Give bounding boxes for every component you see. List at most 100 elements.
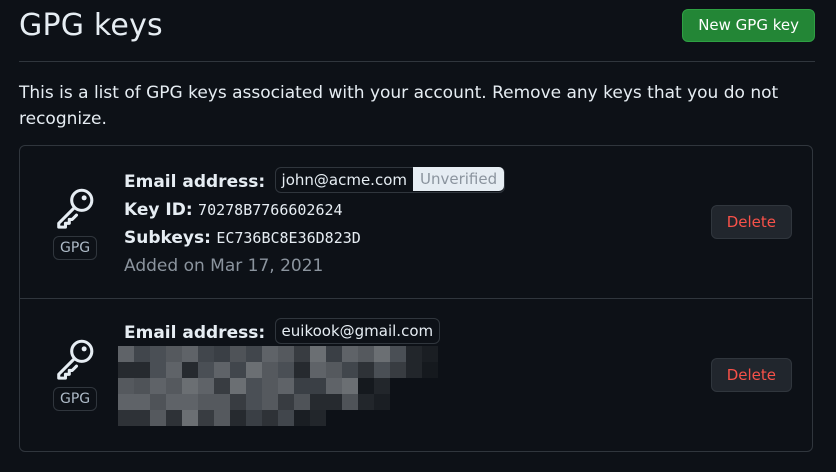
unverified-badge: Unverified [413, 167, 505, 191]
key-icon-column: GPG [53, 184, 101, 260]
redaction-pixel [374, 346, 390, 362]
redaction-pixel [342, 346, 358, 362]
redaction-pixel [374, 394, 390, 410]
redaction-pixel [182, 410, 198, 426]
redaction-pixel [134, 362, 150, 378]
email-line: Email address: euikook@gmail.com [124, 318, 441, 347]
email-line: Email address: john@acme.com Unverified [124, 167, 506, 196]
email-box: john@acme.com Unverified [274, 167, 506, 193]
redaction-pixel [214, 378, 230, 394]
redaction-pixel [278, 362, 294, 378]
redaction-pixel [166, 410, 182, 426]
redaction-pixel [166, 346, 182, 362]
redaction-pixel [262, 362, 278, 378]
redaction-pixel [230, 346, 246, 362]
delete-key-button[interactable]: Delete [710, 358, 792, 392]
redaction-pixel [198, 346, 214, 362]
redaction-pixel [134, 394, 150, 410]
redaction-pixel [326, 394, 342, 410]
redaction-pixel [358, 362, 374, 378]
redaction-pixel [310, 362, 326, 378]
redaction-pixel [182, 394, 198, 410]
redaction-pixel [406, 346, 422, 362]
redaction-pixel [326, 378, 342, 394]
gpg-key-list: GPG Email address: john@acme.com Unverifi… [19, 145, 813, 452]
redaction-pixel [294, 394, 310, 410]
key-id-line: Key ID: 70278B7766602624 [124, 196, 505, 224]
redaction-pixel [118, 362, 134, 378]
redaction-pixel [294, 378, 310, 394]
redaction-pixel [214, 346, 230, 362]
redaction-pixel [166, 394, 182, 410]
redaction-pixel [134, 346, 150, 362]
redaction-pixel [262, 346, 278, 362]
redaction-pixel [310, 394, 326, 410]
email-value: john@acme.com [281, 171, 407, 189]
redaction-pixel [198, 410, 214, 426]
header-divider [19, 61, 815, 62]
redaction-pixel [358, 378, 374, 394]
redaction-pixel [310, 410, 326, 426]
redaction-pixel [326, 346, 342, 362]
redaction-pixel [278, 346, 294, 362]
redaction-pixel [150, 410, 166, 426]
added-date: Added on Mar 17, 2021 [124, 256, 324, 276]
redaction-pixel [278, 394, 294, 410]
redaction-pixel [278, 378, 294, 394]
redaction-pixel [342, 378, 358, 394]
redaction-pixel [358, 346, 374, 362]
key-type-badge: GPG [53, 236, 98, 260]
redaction-pixel [214, 410, 230, 426]
redaction-pixel [214, 362, 230, 378]
redaction-pixel [118, 410, 134, 426]
key-details: Email address: john@acme.com Unverified K… [124, 167, 506, 280]
redaction-pixel [230, 378, 246, 394]
page-title: GPG keys [19, 8, 163, 43]
redaction-pixel [150, 394, 166, 410]
key-icon-column: GPG [53, 335, 101, 411]
redaction-pixel [150, 346, 166, 362]
redaction-pixel [198, 394, 214, 410]
redaction-pixel [358, 394, 374, 410]
redaction-pixel [182, 346, 198, 362]
subkeys-line: Subkeys: EC736BC8E36D823D [124, 224, 505, 252]
redaction-pixel [230, 362, 246, 378]
redaction-pixel [246, 378, 262, 394]
key-id-label: Key ID: [124, 200, 193, 220]
redaction-pixel [294, 362, 310, 378]
redaction-pixel [134, 410, 150, 426]
delete-key-button[interactable]: Delete [710, 205, 792, 239]
redaction-pixel [118, 346, 134, 362]
redaction-pixel [374, 378, 390, 394]
redaction-pixel [374, 362, 390, 378]
redaction-pixel [182, 362, 198, 378]
subkeys-value: EC736BC8E36D823D [216, 229, 361, 247]
redaction-pixel [342, 362, 358, 378]
redaction-pixel [182, 378, 198, 394]
redaction-pixel [278, 410, 294, 426]
redaction-pixel [198, 378, 214, 394]
redaction-pixel [422, 362, 438, 378]
redaction-pixel [342, 394, 358, 410]
redaction-pixel [118, 394, 134, 410]
redaction-pixel [246, 346, 262, 362]
redaction-pixel [310, 346, 326, 362]
redaction-pixel [262, 410, 278, 426]
redaction-pixel [166, 378, 182, 394]
new-gpg-key-button[interactable]: New GPG key [682, 9, 815, 42]
redaction-pixel [294, 346, 310, 362]
redaction-pixel [214, 394, 230, 410]
email-value: euikook@gmail.com [281, 322, 434, 340]
redaction-pixel [422, 346, 438, 362]
redaction-pixel [262, 394, 278, 410]
redaction-pixel [230, 410, 246, 426]
redaction-pixel [390, 362, 406, 378]
key-icon [57, 188, 94, 229]
redaction-pixel [246, 410, 262, 426]
redaction-pixel [406, 362, 422, 378]
redaction-pixel [166, 362, 182, 378]
redaction-pixel [246, 394, 262, 410]
key-type-badge: GPG [53, 387, 98, 411]
redaction-pixel [262, 378, 278, 394]
redaction-pixel [294, 410, 310, 426]
